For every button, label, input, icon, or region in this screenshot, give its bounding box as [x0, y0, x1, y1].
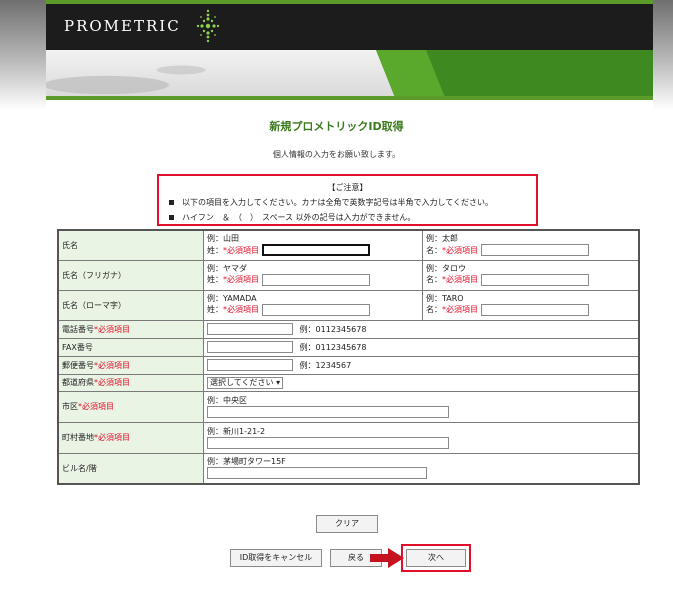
example-text: 例：中央区 [207, 395, 247, 405]
clear-button[interactable]: クリア [316, 515, 378, 533]
required-mark: *必須項目 [94, 360, 130, 370]
field-label: 氏名（フリガナ） [57, 259, 204, 291]
form-row-prefecture: 都道府県*必須項目 選択してください ▾ [57, 373, 640, 392]
form-row-kana: 氏名（フリガナ） 例：ヤマダ 姓：*必須項目 例：タロウ 名：*必須項目 [57, 259, 640, 291]
example-text: 例：新川1-21-2 [207, 426, 266, 436]
prometric-logo-icon [196, 9, 220, 43]
field-label: FAX番号 [57, 337, 204, 357]
field-label: 町村番地 [62, 433, 94, 442]
field-label: ビル名/階 [57, 452, 204, 485]
last-name-kana-input[interactable] [261, 273, 370, 286]
building-input[interactable] [207, 467, 427, 480]
required-mark: *必須項目 [78, 402, 114, 411]
example-text: 例：0112345678 [299, 324, 367, 334]
field-label: 電話番号 [62, 324, 94, 334]
personal-info-form: 氏名 例：山田 姓：*必須項目 例：太郎 名：*必須項目 氏名（フリガナ） 例：… [57, 229, 640, 485]
example-text: 例：1234567 [299, 360, 352, 370]
form-row-city: 市区*必須項目 例：中央区 [57, 390, 640, 423]
arrow-right-icon [370, 548, 404, 568]
field-label: 郵便番号 [62, 360, 94, 370]
example-text: 例：ヤマダ [207, 263, 247, 273]
notice-title: 【ご注意】 [327, 183, 368, 192]
notice-item: ハイフン ＆ （ ） スペース 以外の記号は入力ができません。 [169, 212, 415, 223]
example-text: 例：山田 [207, 234, 239, 243]
first-name-roman-input[interactable] [480, 303, 589, 316]
city-input[interactable] [207, 405, 449, 418]
chevron-down-icon: ▾ [276, 377, 281, 387]
form-row-building: ビル名/階 例：茅場町タワー15F [57, 452, 640, 485]
form-row-roman: 氏名（ローマ字） 例：YAMADA 姓：*必須項目 例：TARO 名：*必須項目 [57, 289, 640, 321]
bullet-icon [169, 215, 174, 220]
next-button[interactable]: 次へ [406, 549, 466, 567]
phone-input[interactable] [207, 323, 293, 335]
right-gutter [653, 0, 673, 110]
prefecture-select[interactable]: 選択してください ▾ [207, 376, 284, 389]
last-name-roman-input[interactable] [261, 303, 370, 316]
required-mark: *必須項目 [442, 245, 478, 255]
required-mark: *必須項目 [223, 305, 259, 315]
field-label: 都道府県 [62, 378, 94, 387]
example-text: 例：0112345678 [299, 342, 367, 352]
required-mark: *必須項目 [442, 275, 478, 285]
header-banner [46, 50, 653, 100]
header-green-line [46, 0, 653, 4]
required-mark: *必須項目 [442, 305, 478, 315]
fax-input[interactable] [207, 341, 293, 353]
last-name-input[interactable] [261, 244, 370, 256]
form-row-phone: 電話番号*必須項目 例：0112345678 [57, 319, 640, 339]
required-mark: *必須項目 [94, 324, 130, 334]
required-mark: *必須項目 [223, 275, 259, 285]
required-mark: *必須項目 [223, 245, 259, 255]
field-label: 市区 [62, 402, 78, 411]
banner-green-wedge [46, 50, 653, 100]
page-title: 新規プロメトリックID取得 [269, 120, 404, 133]
page-subtitle: 個人情報の入力をお願い致します。 [272, 150, 401, 159]
cancel-button[interactable]: ID取得をキャンセル [230, 549, 322, 567]
example-text: 例：太郎 [426, 234, 458, 243]
postal-code-input[interactable] [207, 359, 293, 371]
field-label: 氏名 [57, 229, 204, 261]
field-label: 氏名（ローマ字） [57, 289, 204, 321]
example-text: 例：茅場町タワー15F [207, 457, 286, 467]
first-name-input[interactable] [480, 244, 589, 256]
required-mark: *必須項目 [94, 433, 130, 442]
site-header: PROMETRIC [46, 0, 653, 50]
example-text: 例：TARO [426, 293, 464, 303]
example-text: 例：タロウ [426, 263, 466, 273]
form-row-street: 町村番地*必須項目 例：新川1-21-2 [57, 421, 640, 454]
form-row-name: 氏名 例：山田 姓：*必須項目 例：太郎 名：*必須項目 [57, 229, 640, 261]
prometric-logo-text: PROMETRIC [64, 17, 181, 35]
notice-item: 以下の項目を入力してください。カナは全角で英数字記号は半角で入力してください。 [169, 197, 493, 208]
required-mark: *必須項目 [94, 378, 130, 387]
left-gutter [0, 0, 46, 110]
notice-box: 【ご注意】 以下の項目を入力してください。カナは全角で英数字記号は半角で入力して… [157, 174, 538, 226]
street-address-input[interactable] [207, 436, 449, 449]
first-name-kana-input[interactable] [480, 273, 589, 286]
example-text: 例：YAMADA [207, 293, 257, 303]
bullet-icon [169, 200, 174, 205]
form-row-postal: 郵便番号*必須項目 例：1234567 [57, 355, 640, 375]
form-row-fax: FAX番号 例：0112345678 [57, 337, 640, 357]
